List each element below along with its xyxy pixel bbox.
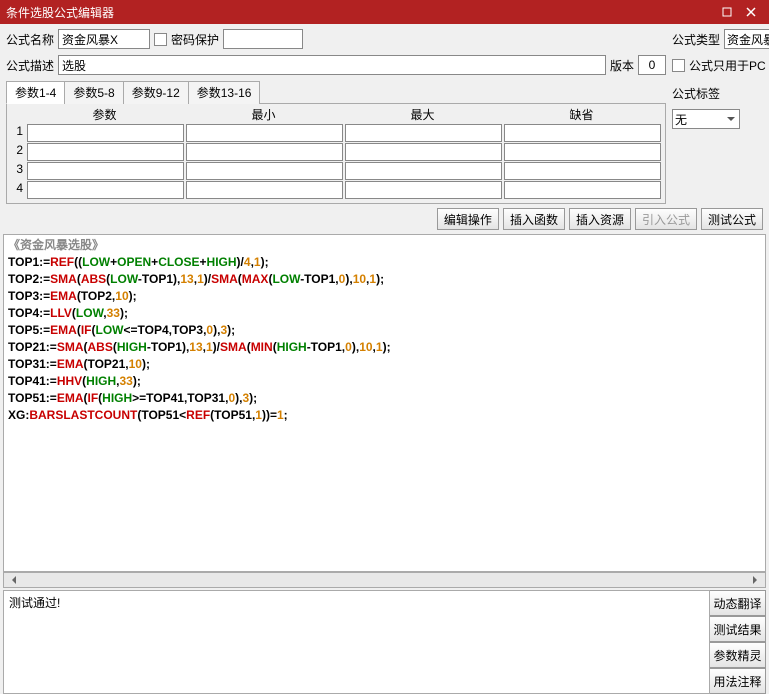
param-cell[interactable] [186, 162, 343, 180]
code-editor[interactable]: 《资金风暴选股》 TOP1:=REF((LOW+OPEN+CLOSE+HIGH)… [3, 234, 766, 572]
type-label: 公式类型 [672, 31, 720, 48]
tab-params-9-12[interactable]: 参数9-12 [123, 81, 189, 104]
param-cell[interactable] [345, 162, 502, 180]
pwd-input[interactable] [223, 29, 303, 49]
test-button[interactable]: 测试公式 [701, 208, 763, 230]
tag-label: 公式标签 [672, 85, 720, 102]
side-btn-wizard[interactable]: 参数精灵 [710, 642, 766, 668]
desc-input[interactable] [58, 55, 606, 75]
titlebar: 条件选股公式编辑器 [0, 0, 769, 24]
pwd-label: 密码保护 [171, 31, 219, 48]
param-cell[interactable] [504, 181, 661, 199]
tab-params-5-8[interactable]: 参数5-8 [64, 81, 123, 104]
param-cell[interactable] [504, 162, 661, 180]
minimize-button[interactable] [715, 3, 739, 21]
side-btn-result[interactable]: 测试结果 [710, 616, 766, 642]
close-button[interactable] [739, 3, 763, 21]
tag-select[interactable]: 无 [672, 109, 740, 129]
insert-fn-button[interactable]: 插入函数 [503, 208, 565, 230]
type-select[interactable]: 资金风暴 [724, 29, 769, 49]
param-col-param: 参数 [25, 106, 184, 123]
pc-only-checkbox[interactable] [672, 59, 685, 72]
param-cell[interactable] [186, 181, 343, 199]
window-title: 条件选股公式编辑器 [6, 4, 715, 21]
param-cell[interactable] [27, 143, 184, 161]
param-cell[interactable] [186, 143, 343, 161]
pwd-checkbox[interactable] [154, 33, 167, 46]
param-cell[interactable] [504, 124, 661, 142]
insert-res-button[interactable]: 插入资源 [569, 208, 631, 230]
param-cell[interactable] [345, 143, 502, 161]
param-col-default: 缺省 [502, 106, 661, 123]
name-label: 公式名称 [6, 31, 54, 48]
tab-params-13-16[interactable]: 参数13-16 [188, 81, 261, 104]
param-cell[interactable] [27, 162, 184, 180]
param-cell[interactable] [345, 181, 502, 199]
name-input[interactable] [58, 29, 150, 49]
desc-label: 公式描述 [6, 57, 54, 74]
import-button[interactable]: 引入公式 [635, 208, 697, 230]
param-cell[interactable] [27, 124, 184, 142]
param-cell[interactable] [504, 143, 661, 161]
version-label: 版本 [610, 57, 634, 74]
param-table: 参数 最小 最大 缺省 1 2 3 4 [6, 104, 666, 204]
horizontal-scrollbar[interactable] [3, 572, 766, 588]
form-area: 公式名称 密码保护 公式描述 版本 参数1-4 参数5-8 参数9-12 参数1… [0, 24, 769, 206]
edit-op-button[interactable]: 编辑操作 [437, 208, 499, 230]
side-btn-usage[interactable]: 用法注释 [710, 668, 766, 694]
param-col-min: 最小 [184, 106, 343, 123]
param-col-max: 最大 [343, 106, 502, 123]
param-cell[interactable] [186, 124, 343, 142]
param-tabs: 参数1-4 参数5-8 参数9-12 参数13-16 [6, 80, 666, 104]
pc-only-label: 公式只用于PC [689, 57, 766, 74]
tab-params-1-4[interactable]: 参数1-4 [6, 81, 65, 104]
param-cell[interactable] [345, 124, 502, 142]
param-cell[interactable] [27, 181, 184, 199]
side-btn-translate[interactable]: 动态翻译 [710, 590, 766, 616]
version-input[interactable] [638, 55, 666, 75]
status-text: 测试通过! [9, 596, 60, 610]
toolbar: 编辑操作 插入函数 插入资源 引入公式 测试公式 [0, 206, 769, 234]
status-box: 测试通过! [3, 590, 710, 694]
